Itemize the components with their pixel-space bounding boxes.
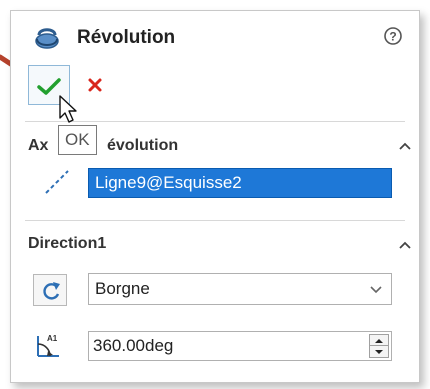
reverse-direction-button[interactable] — [33, 274, 67, 306]
angle-value: 360.00deg — [93, 336, 174, 355]
spin-down-button[interactable] — [370, 346, 388, 357]
cancel-button[interactable] — [87, 77, 103, 93]
revolve-feature-icon — [35, 28, 59, 49]
angle-input[interactable]: 360.00deg — [88, 331, 392, 361]
axis-selection-field[interactable]: Ligne9@Esquisse2 — [88, 168, 392, 198]
separator — [25, 121, 405, 122]
angle-icon: A1 — [37, 334, 59, 357]
end-condition-select[interactable]: Borgne — [88, 273, 392, 305]
reverse-direction-icon — [43, 282, 60, 300]
collapse-axis-chevron-icon[interactable] — [398, 141, 412, 151]
chevron-down-icon — [370, 286, 382, 294]
help-icon[interactable]: ? — [383, 26, 403, 46]
separator — [25, 220, 405, 221]
axis-section-title-end: évolution — [107, 137, 179, 154]
spin-up-button[interactable] — [370, 335, 388, 346]
svg-text:?: ? — [389, 30, 396, 44]
collapse-direction-chevron-icon[interactable] — [398, 240, 412, 250]
axis-line-icon — [45, 170, 69, 194]
svg-text:A1: A1 — [47, 334, 58, 343]
checkmark-icon — [37, 78, 61, 95]
triangle-down-icon — [375, 350, 383, 354]
panel-header: Révolution ? — [11, 11, 419, 63]
angle-spinner[interactable] — [369, 334, 389, 358]
axis-section-title-start: Ax — [28, 137, 49, 154]
panel-title: Révolution — [77, 27, 176, 48]
direction-section-title: Direction1 — [28, 235, 107, 252]
ok-tooltip: OK — [58, 125, 97, 155]
triangle-up-icon — [375, 339, 383, 343]
end-condition-value: Borgne — [95, 279, 150, 298]
mouse-cursor-icon — [59, 95, 77, 123]
property-manager-panel: Révolution ? Ax évolution Ligne9@Esquiss… — [10, 10, 420, 383]
